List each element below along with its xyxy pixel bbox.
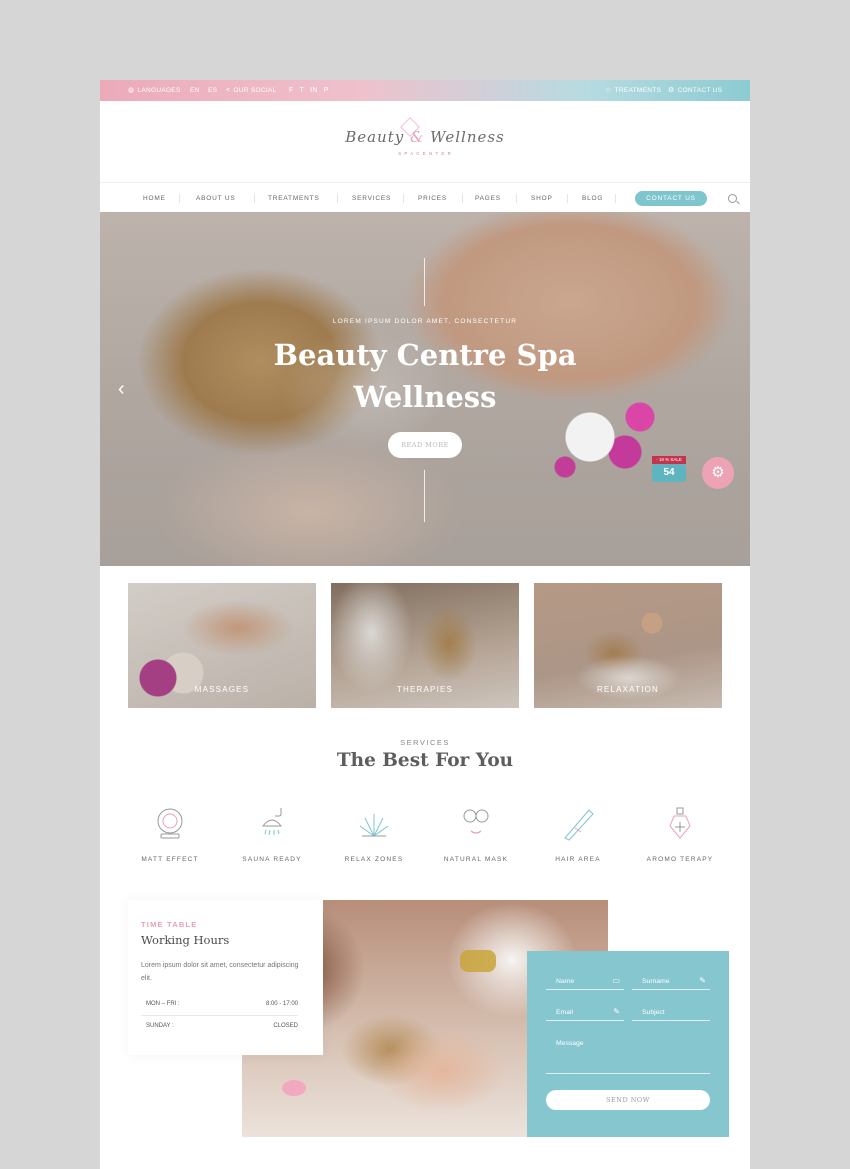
service-relax-zones[interactable]: RELAX ZONES	[324, 804, 424, 863]
sale-badge: - 18 % SALE	[652, 456, 686, 464]
nav-divider	[179, 194, 180, 203]
row-divider	[141, 1015, 298, 1016]
contact-form: Name ▭ Surname ✎ Email ✎ Subject Message…	[527, 951, 729, 1137]
linkedin-icon[interactable]: in	[310, 87, 318, 94]
service-matt-effect[interactable]: MATT EFFECT	[120, 804, 220, 863]
hero-divider-top	[424, 258, 425, 306]
contact-link[interactable]: ⚙ CONTACT US	[668, 87, 722, 94]
send-now-button[interactable]: SEND NOW	[546, 1090, 710, 1110]
nav-divider	[462, 194, 463, 203]
nav-contact-button[interactable]: CONTACT US	[635, 191, 707, 206]
twitter-icon[interactable]: t	[300, 87, 305, 94]
lang-es[interactable]: ES	[208, 87, 217, 94]
pinterest-icon[interactable]: p	[324, 87, 329, 94]
pin-icon: ✎	[699, 976, 706, 985]
price-badge[interactable]: 54	[652, 464, 686, 482]
star-icon: ☆	[605, 87, 612, 94]
nav-treatments[interactable]: TREATMENTS	[268, 195, 320, 202]
facebook-icon[interactable]: f	[289, 87, 294, 94]
tile-massages[interactable]: MASSAGES	[128, 583, 316, 708]
service-natural-mask[interactable]: NATURAL MASK	[426, 804, 526, 863]
hero-slider: LOREM IPSUM DOLOR AMET, CONSECTETUR Beau…	[100, 212, 750, 566]
settings-gear-icon[interactable]: ⚙	[702, 457, 734, 489]
search-icon[interactable]	[728, 194, 737, 203]
social-links: f t in p	[289, 87, 329, 94]
nav-pages[interactable]: PAGES	[475, 195, 501, 202]
nav-prices[interactable]: PRICES	[418, 195, 447, 202]
tile-therapies[interactable]: THERAPIES	[331, 583, 519, 708]
nav-divider	[403, 194, 404, 203]
name-field[interactable]: Name ▭	[546, 974, 624, 990]
lang-en[interactable]: EN	[190, 87, 200, 94]
nav-services[interactable]: SERVICES	[352, 195, 391, 202]
our-social-label: < OUR SOCIAL	[226, 87, 277, 94]
flower-decoration	[282, 1080, 306, 1096]
hours-row: SUNDAY : CLOSED	[146, 1023, 298, 1029]
globe-icon: ◍	[128, 87, 135, 94]
service-aromo-terapy[interactable]: AROMO TERAPY	[630, 804, 730, 863]
nav-blog[interactable]: BLOG	[582, 195, 603, 202]
nav-divider	[337, 194, 338, 203]
nav-shop[interactable]: SHOP	[531, 195, 553, 202]
nav-divider	[567, 194, 568, 203]
top-bar: ◍ LANGUAGES EN ES < OUR SOCIAL f t in p …	[100, 80, 750, 101]
face-mask-icon	[463, 809, 489, 834]
service-hair-area[interactable]: HAIR AREA	[528, 804, 628, 863]
oil-bottle	[460, 950, 496, 972]
aloe-plant-icon	[359, 814, 389, 837]
hero-eyebrow: LOREM IPSUM DOLOR AMET, CONSECTETUR	[332, 318, 518, 325]
nav-divider	[254, 194, 255, 203]
timetable-desc: Lorem ipsum dolor sit amet, consectetur …	[141, 962, 299, 982]
message-field[interactable]: Message	[546, 1036, 710, 1074]
subject-field[interactable]: Subject	[632, 1005, 710, 1021]
shower-icon	[261, 808, 283, 836]
prev-slide-icon[interactable]: ‹	[118, 378, 125, 401]
timetable-title: Working Hours	[141, 933, 230, 947]
hero-divider-bottom	[424, 470, 425, 522]
hero-title: Beauty Centre Spa Wellness	[273, 338, 577, 414]
services-title: The Best For You	[336, 750, 514, 771]
page: ◍ LANGUAGES EN ES < OUR SOCIAL f t in p …	[100, 80, 750, 1169]
languages-menu[interactable]: ◍ LANGUAGES	[128, 87, 181, 94]
read-more-button[interactable]: READ MORE	[388, 432, 462, 458]
nav-home[interactable]: HOME	[143, 195, 166, 202]
pin-icon: ✎	[613, 1007, 620, 1016]
timetable-eyebrow: TIME TABLE	[141, 920, 198, 929]
tile-relaxation[interactable]: RELAXATION	[534, 583, 722, 708]
services-eyebrow: SERVICES	[400, 738, 450, 747]
main-nav: HOME ABOUT US TREATMENTS SERVICES PRICES…	[100, 182, 750, 212]
surname-field[interactable]: Surname ✎	[632, 974, 710, 990]
compact-mirror-icon	[157, 808, 183, 839]
hair-straightener-icon	[564, 809, 594, 841]
service-sauna-ready[interactable]: SAUNA READY	[222, 804, 322, 863]
settings-icon: ⚙	[668, 87, 675, 94]
email-field[interactable]: Email ✎	[546, 1005, 624, 1021]
nav-about[interactable]: ABOUT US	[196, 195, 236, 202]
hours-row: MON – FRI : 8:00 - 17:00	[146, 1001, 298, 1007]
perfume-bottle-icon	[669, 807, 691, 839]
share-icon: <	[226, 87, 231, 94]
nav-divider	[516, 194, 517, 203]
working-hours-card: TIME TABLE Working Hours Lorem ipsum dol…	[128, 900, 323, 1055]
nav-divider	[615, 194, 616, 203]
treatments-link[interactable]: ☆ TREATMENTS	[605, 87, 661, 94]
id-card-icon: ▭	[612, 976, 620, 985]
logo[interactable]: Beauty & Wellness S P A C E N T E R	[100, 102, 750, 182]
